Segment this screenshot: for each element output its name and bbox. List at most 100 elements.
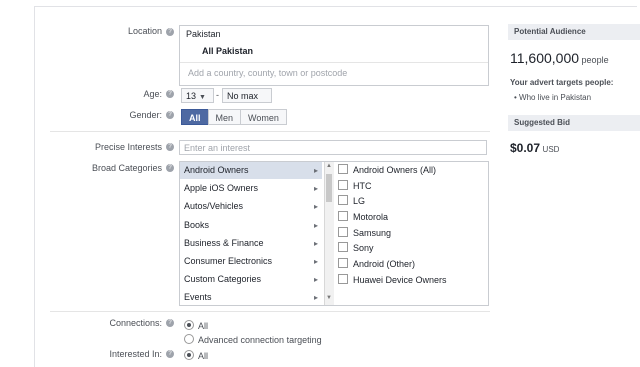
gender-men-button[interactable]: Men	[207, 109, 242, 125]
checkbox[interactable]	[338, 195, 348, 205]
chevron-right-icon: ▸	[313, 293, 318, 302]
checkbox[interactable]	[338, 227, 348, 237]
divider	[50, 131, 490, 132]
subcategory-label: Android Owners (All)	[353, 165, 437, 175]
radio-button[interactable]	[184, 350, 194, 360]
radio-button[interactable]	[184, 334, 194, 344]
category-list: Android Owners ▸ Apple iOS Owners ▸ Autos/…	[180, 162, 322, 305]
chevron-down-icon: ▼	[199, 94, 206, 101]
subcategory-item[interactable]: Android (Other)	[338, 257, 415, 272]
subcategory-label: Android (Other)	[353, 259, 416, 269]
subcategory-label: LG	[353, 196, 366, 206]
category-scrollbar[interactable]: ▲ ▼	[324, 162, 334, 305]
category-label: Business & Finance	[184, 238, 264, 248]
targets-item: • Who live in Pakistan	[514, 93, 591, 102]
category-label: Custom Categories	[184, 274, 262, 284]
bullet-icon: •	[514, 93, 517, 102]
subcategory-label: Motorola	[353, 212, 389, 222]
subcategory-item[interactable]: Samsung	[338, 226, 391, 241]
category-label: Events	[184, 292, 212, 302]
checkbox[interactable]	[338, 211, 348, 221]
location-label: Location	[127, 26, 162, 36]
category-label: Autos/Vehicles	[184, 201, 244, 211]
category-item[interactable]: Apple iOS Owners ▸	[180, 180, 322, 197]
chevron-right-icon: ▸	[313, 275, 318, 284]
interested-in-label: Interested In:	[109, 349, 162, 359]
chevron-right-icon: ▸	[313, 166, 318, 175]
help-icon[interactable]: ?	[166, 143, 174, 151]
precise-interests-label: Precise Interests	[94, 142, 162, 152]
help-icon[interactable]: ?	[166, 350, 174, 358]
checkbox[interactable]	[338, 274, 348, 284]
checkbox[interactable]	[338, 258, 348, 268]
bid-value: $0.07	[510, 141, 541, 155]
category-label: Android Owners	[184, 165, 249, 175]
category-label: Consumer Electronics	[184, 256, 273, 266]
help-icon[interactable]: ?	[166, 319, 174, 327]
interested-all-option[interactable]: All	[184, 350, 208, 361]
help-icon[interactable]: ?	[166, 28, 174, 36]
category-label: Apple iOS Owners	[184, 183, 259, 193]
location-divider	[180, 62, 488, 63]
connections-advanced-option[interactable]: Advanced connection targeting	[184, 334, 322, 345]
chevron-right-icon: ▸	[313, 184, 318, 193]
help-icon[interactable]: ?	[166, 111, 174, 119]
gender-all-button[interactable]: All	[181, 109, 209, 125]
subcategory-item[interactable]: Motorola	[338, 210, 388, 225]
option-label: Advanced connection targeting	[198, 335, 322, 345]
subcategory-label: Sony	[353, 243, 374, 253]
subcategory-item[interactable]: Sony	[338, 241, 374, 256]
subcategory-list: Android Owners (All) HTC LG Motorola Sam…	[338, 162, 486, 305]
category-item[interactable]: Events ▸	[180, 289, 322, 305]
category-item[interactable]: Autos/Vehicles ▸	[180, 198, 322, 215]
audience-count: 11,600,000 people	[510, 50, 609, 66]
connections-all-option[interactable]: All	[184, 320, 208, 331]
precise-interests-input[interactable]: Enter an interest	[179, 140, 487, 155]
gender-women-button[interactable]: Women	[240, 109, 287, 125]
checkbox[interactable]	[338, 180, 348, 190]
scrollbar-thumb[interactable]	[326, 174, 332, 202]
age-max-value: No max	[227, 91, 259, 101]
left-margin	[0, 0, 34, 360]
bid-amount: $0.07 USD	[510, 141, 559, 155]
checkbox[interactable]	[338, 164, 348, 174]
subcategory-item[interactable]: Huawei Device Owners	[338, 273, 447, 288]
subcategory-item[interactable]: Android Owners (All)	[338, 163, 436, 178]
gender-label: Gender:	[129, 110, 162, 120]
subcategory-item[interactable]: LG	[338, 194, 365, 209]
scroll-down-icon[interactable]: ▼	[326, 295, 332, 301]
category-item[interactable]: Business & Finance ▸	[180, 235, 322, 252]
radio-button[interactable]	[184, 320, 194, 330]
checkbox[interactable]	[338, 242, 348, 252]
subcategory-label: HTC	[353, 181, 372, 191]
category-item[interactable]: Consumer Electronics ▸	[180, 253, 322, 270]
age-max-select[interactable]: No max▼	[222, 88, 272, 116]
scroll-up-icon[interactable]: ▲	[326, 163, 332, 169]
broad-categories-label: Broad Categories	[91, 163, 162, 173]
chevron-right-icon: ▸	[313, 221, 318, 230]
age-min-value: 13	[186, 91, 197, 101]
category-item[interactable]: Custom Categories ▸	[180, 271, 322, 288]
chevron-right-icon: ▸	[313, 202, 318, 211]
chevron-right-icon: ▸	[313, 257, 318, 266]
category-item[interactable]: Android Owners ▸	[180, 162, 322, 179]
subcategory-item[interactable]: HTC	[338, 179, 372, 194]
location-country[interactable]: Pakistan	[186, 29, 221, 39]
potential-audience-header: Potential Audience	[508, 24, 640, 40]
category-item[interactable]: Books ▸	[180, 217, 322, 234]
suggested-bid-header: Suggested Bid	[508, 115, 640, 131]
age-min-select[interactable]: 13 ▼	[181, 88, 214, 103]
location-scope[interactable]: All Pakistan	[202, 46, 253, 56]
gender-toggle: All Men Women	[181, 109, 287, 125]
broad-categories-box: Android Owners ▸ Apple iOS Owners ▸ Autos/…	[179, 161, 489, 306]
age-label: Age:	[143, 89, 162, 99]
help-icon[interactable]: ?	[166, 164, 174, 172]
location-input[interactable]: Add a country, county, town or postcode	[188, 68, 347, 78]
connections-label: Connections:	[109, 318, 162, 328]
help-icon[interactable]: ?	[166, 90, 174, 98]
bid-currency: USD	[542, 145, 560, 154]
age-dash: -	[216, 90, 219, 100]
divider	[50, 311, 490, 312]
location-box: Pakistan All Pakistan Add a country, cou…	[179, 25, 489, 86]
category-label: Books	[184, 220, 210, 230]
